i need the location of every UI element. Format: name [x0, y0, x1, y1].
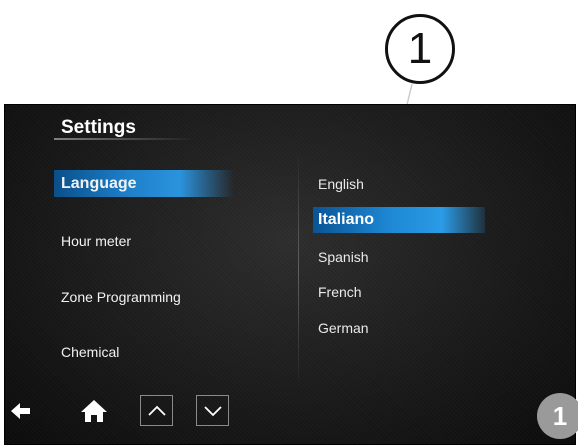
menu-item-zone-programming[interactable]: Zone Programming — [61, 289, 181, 305]
figure-badge: 1 — [537, 393, 578, 439]
menu-item-chemical[interactable]: Chemical — [61, 344, 119, 360]
back-button[interactable] — [8, 394, 34, 428]
column-divider — [298, 150, 299, 390]
back-arrow-icon — [11, 403, 30, 419]
menu-item-language[interactable]: Language — [54, 170, 234, 197]
badge-number: 1 — [552, 400, 568, 431]
home-icon — [81, 400, 107, 422]
callout-number: 1 — [407, 24, 433, 73]
title-underline — [54, 138, 194, 140]
home-button[interactable] — [76, 394, 112, 428]
page-title: Settings — [61, 117, 136, 138]
language-option-spanish[interactable]: Spanish — [318, 249, 369, 265]
scroll-down-button[interactable] — [196, 395, 229, 426]
callout-marker: 1 — [385, 14, 455, 84]
language-option-french[interactable]: French — [318, 284, 362, 300]
language-option-english[interactable]: English — [318, 176, 364, 192]
scroll-up-button[interactable] — [140, 395, 173, 426]
chevron-up-icon — [147, 405, 166, 416]
language-option-german[interactable]: German — [318, 320, 369, 336]
chevron-down-icon — [203, 405, 222, 416]
menu-item-hour-meter[interactable]: Hour meter — [61, 233, 131, 249]
language-option-italiano[interactable]: Italiano — [313, 207, 485, 233]
